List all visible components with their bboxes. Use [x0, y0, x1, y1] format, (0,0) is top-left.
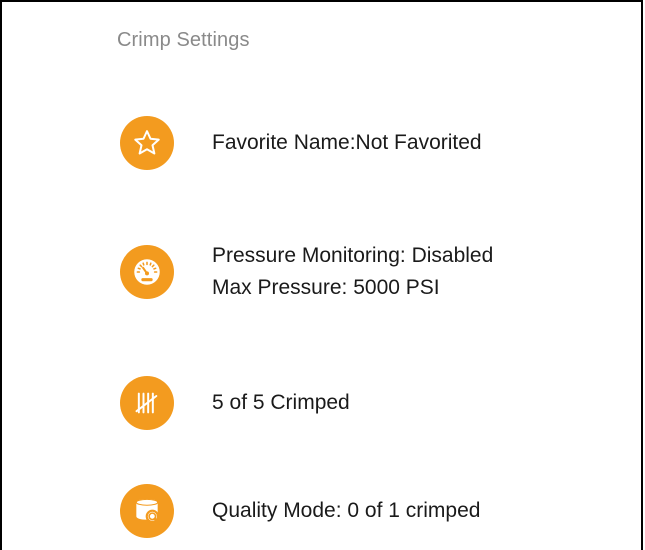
quality-mode-label: Quality Mode: 0 of 1 crimped [212, 499, 481, 522]
crimp-count-text: 5 of 5 Crimped [212, 387, 350, 419]
pressure-monitoring-label: Pressure Monitoring: Disabled [212, 244, 494, 267]
max-pressure-label: Max Pressure: 5000 PSI [212, 276, 440, 299]
quality-mode-text: Quality Mode: 0 of 1 crimped [212, 495, 480, 527]
tally-count-icon [120, 376, 174, 430]
pressure-setting-item[interactable]: Pressure Monitoring: Disabled Max Pressu… [120, 240, 493, 304]
quality-inspect-icon [120, 484, 174, 538]
pressure-setting-text: Pressure Monitoring: Disabled Max Pressu… [212, 240, 493, 304]
favorite-name-label: Favorite Name:Not Favorited [212, 131, 482, 154]
crimp-count-label: 5 of 5 Crimped [212, 391, 350, 414]
crimp-count-item[interactable]: 5 of 5 Crimped [120, 376, 350, 430]
crimp-settings-panel: Crimp Settings Favorite Name:Not Favorit… [0, 0, 643, 550]
favorite-setting-item[interactable]: Favorite Name:Not Favorited [120, 116, 482, 170]
favorite-setting-text: Favorite Name:Not Favorited [212, 127, 482, 159]
pressure-gauge-icon [120, 245, 174, 299]
quality-mode-item[interactable]: Quality Mode: 0 of 1 crimped [120, 484, 480, 538]
star-icon [120, 116, 174, 170]
section-title: Crimp Settings [117, 29, 250, 51]
